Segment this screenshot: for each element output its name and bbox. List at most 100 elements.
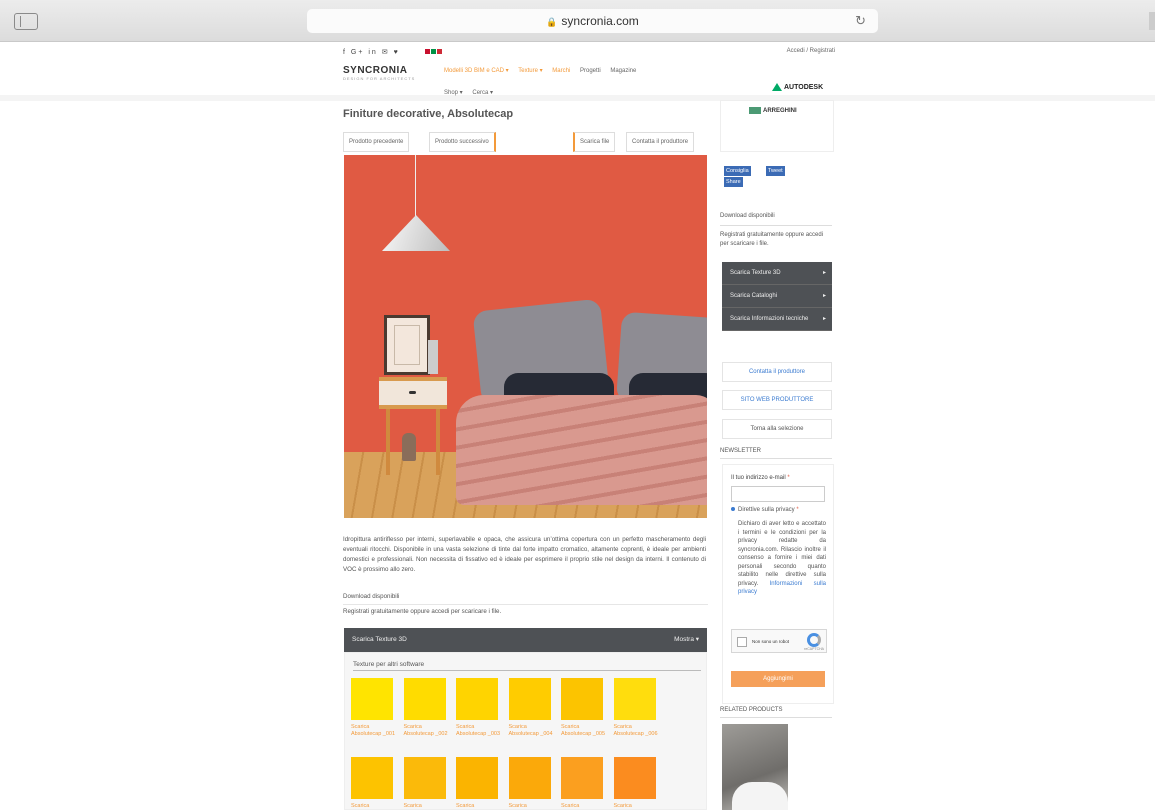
- subscribe-button[interactable]: Aggiungimi: [731, 671, 825, 687]
- related-divider: [720, 717, 832, 718]
- flag-it-red-icon[interactable]: [437, 49, 442, 54]
- recaptcha-icon: [807, 633, 821, 647]
- menu-label: Scarica Cataloghi: [730, 293, 778, 299]
- product-actions: Prodotto precedente Prodotto successivo …: [343, 132, 708, 152]
- accordion-toggle[interactable]: Mostra ▾: [674, 628, 699, 652]
- reload-icon[interactable]: ↻: [855, 9, 866, 33]
- contact-producer-link[interactable]: Contatta il produttore: [722, 362, 832, 382]
- chevron-right-icon: ▸: [822, 270, 826, 276]
- producer-website-link[interactable]: SITO WEB PRODUTTORE: [722, 390, 832, 410]
- texture-swatch[interactable]: [351, 678, 393, 720]
- recaptcha-widget: Non sono un robot reCAPTCHA: [731, 629, 827, 653]
- next-product-button[interactable]: Prodotto successivo: [429, 132, 496, 152]
- downloads-note: Registrati gratuitamente oppure accedi p…: [343, 608, 502, 615]
- nav-brands[interactable]: Marchi: [552, 68, 570, 74]
- sidebar-divider: [720, 225, 832, 226]
- language-flags[interactable]: [425, 49, 443, 56]
- flag-uk-icon[interactable]: [425, 49, 430, 54]
- nav-shop[interactable]: Shop ▾: [444, 90, 463, 96]
- nightstand-leg: [386, 409, 390, 475]
- texture-swatch[interactable]: [456, 757, 498, 799]
- swatch-download-link[interactable]: Scarica Absolutecap _005: [561, 724, 607, 737]
- swatch-download-link[interactable]: Scarica: [456, 803, 502, 810]
- texture-swatch[interactable]: [403, 757, 446, 799]
- texture-swatch[interactable]: [561, 678, 603, 720]
- privacy-label: Direttive sulla privacy: [738, 507, 795, 513]
- drawer-knob: [409, 391, 416, 394]
- checkbox-icon: [731, 507, 735, 512]
- browser-toolbar: 🔒 syncronia.com ↻: [0, 0, 1155, 42]
- newsletter-heading: NEWSLETTER: [720, 448, 762, 454]
- nightstand: [379, 377, 447, 409]
- recaptcha-label: Non sono un robot: [752, 639, 790, 644]
- accordion-title: Scarica Texture 3D: [352, 636, 407, 643]
- web-page: f G+ in ✉ ♥ Accedi / Registrati SYNCRONI…: [0, 42, 1155, 810]
- swatch-download-link[interactable]: Scarica Absolutecap _006: [614, 724, 660, 737]
- brand-mark-icon: [749, 107, 761, 114]
- menu-download-catalogs[interactable]: Scarica Cataloghi ▸: [722, 285, 832, 308]
- vase: [402, 433, 416, 461]
- brand-name: ARREGHINI: [763, 108, 797, 115]
- required-marker: *: [796, 507, 799, 513]
- product-image[interactable]: [344, 155, 707, 518]
- email-field[interactable]: [731, 486, 825, 502]
- logo-text: SYNCRONIA: [343, 65, 408, 76]
- texture-swatch[interactable]: [351, 757, 393, 799]
- back-to-selection-button[interactable]: Torna alla selezione: [722, 419, 832, 439]
- nightstand-leg: [436, 409, 440, 475]
- downloads-divider: [343, 604, 708, 605]
- tweet-button[interactable]: Tweet: [766, 166, 785, 176]
- site-logo[interactable]: SYNCRONIA DESIGN FOR ARCHITECTS: [343, 65, 415, 81]
- texture-swatch[interactable]: [613, 757, 656, 799]
- swatch-download-link[interactable]: Scarica: [404, 803, 450, 810]
- privacy-checkbox[interactable]: Direttive sulla privacy *: [731, 507, 799, 513]
- texture-swatch[interactable]: [508, 678, 551, 720]
- related-products-heading: RELATED PRODUCTS: [720, 707, 783, 713]
- pink-duvet: [456, 395, 707, 505]
- swatch-download-link[interactable]: Scarica Absolutecap _003: [456, 724, 502, 737]
- nav-projects[interactable]: Progetti: [580, 68, 601, 74]
- textures-subheading: Texture per altri software: [353, 661, 425, 668]
- swatch-download-link[interactable]: Scarica Absolutecap _001: [351, 724, 397, 737]
- texture-accordion-header[interactable]: Scarica Texture 3D Mostra ▾: [344, 628, 707, 652]
- right-sidebar: ARREGHINI Consiglia Tweet Share Download…: [720, 42, 834, 810]
- url-text: syncronia.com: [561, 14, 639, 28]
- texture-swatch[interactable]: [403, 678, 446, 720]
- swatch-download-link[interactable]: Scarica: [561, 803, 607, 810]
- contact-producer-button[interactable]: Contatta il produttore: [626, 132, 695, 152]
- nav-models[interactable]: Modelli 3D BIM e CAD ▾: [444, 68, 509, 74]
- frame-inner: [394, 325, 420, 365]
- bathtub: [732, 782, 788, 810]
- swatch-download-link[interactable]: Scarica: [351, 803, 397, 810]
- prev-product-button[interactable]: Prodotto precedente: [343, 132, 410, 152]
- download-file-button[interactable]: Scarica file: [573, 132, 616, 152]
- secondary-nav: Shop ▾ Cerca ▾: [444, 89, 501, 96]
- address-bar[interactable]: 🔒 syncronia.com ↻: [307, 9, 878, 33]
- nav-magazine[interactable]: Magazine: [610, 68, 636, 74]
- brand-logo[interactable]: ARREGHINI: [749, 107, 797, 114]
- nav-search[interactable]: Cerca ▾: [472, 90, 493, 96]
- privacy-body: Dichiaro di aver letto e accettato i ter…: [738, 521, 826, 587]
- menu-download-technical[interactable]: Scarica Informazioni tecniche ▸: [722, 308, 832, 331]
- product-description: Idropittura antiriflesso per interni, su…: [343, 536, 706, 573]
- related-product-image[interactable]: [722, 724, 788, 810]
- brand-card[interactable]: ARREGHINI: [720, 100, 834, 152]
- privacy-text: Dichiaro di aver letto e accettato i ter…: [738, 520, 826, 597]
- menu-label: Scarica Informazioni tecniche: [730, 316, 809, 322]
- nav-textures[interactable]: Texture ▾: [518, 68, 542, 74]
- swatch-download-link[interactable]: Scarica: [614, 803, 660, 810]
- social-icons[interactable]: f G+ in ✉ ♥: [343, 48, 400, 56]
- flag-it-icon[interactable]: [431, 49, 436, 54]
- texture-swatch[interactable]: [456, 678, 498, 720]
- texture-swatch[interactable]: [613, 678, 656, 720]
- swatch-download-link[interactable]: Scarica Absolutecap _004: [509, 724, 555, 737]
- facebook-like-button[interactable]: Consiglia: [724, 166, 751, 176]
- swatch-download-link[interactable]: Scarica Absolutecap _002: [404, 724, 450, 737]
- linkedin-share-button[interactable]: Share: [724, 177, 743, 187]
- texture-swatch[interactable]: [561, 757, 603, 799]
- menu-download-textures[interactable]: Scarica Texture 3D ▸: [722, 262, 832, 285]
- sidebar-toggle-icon[interactable]: [14, 13, 38, 30]
- recaptcha-checkbox[interactable]: [737, 637, 747, 647]
- swatch-download-link[interactable]: Scarica: [509, 803, 555, 810]
- texture-swatch[interactable]: [508, 757, 551, 799]
